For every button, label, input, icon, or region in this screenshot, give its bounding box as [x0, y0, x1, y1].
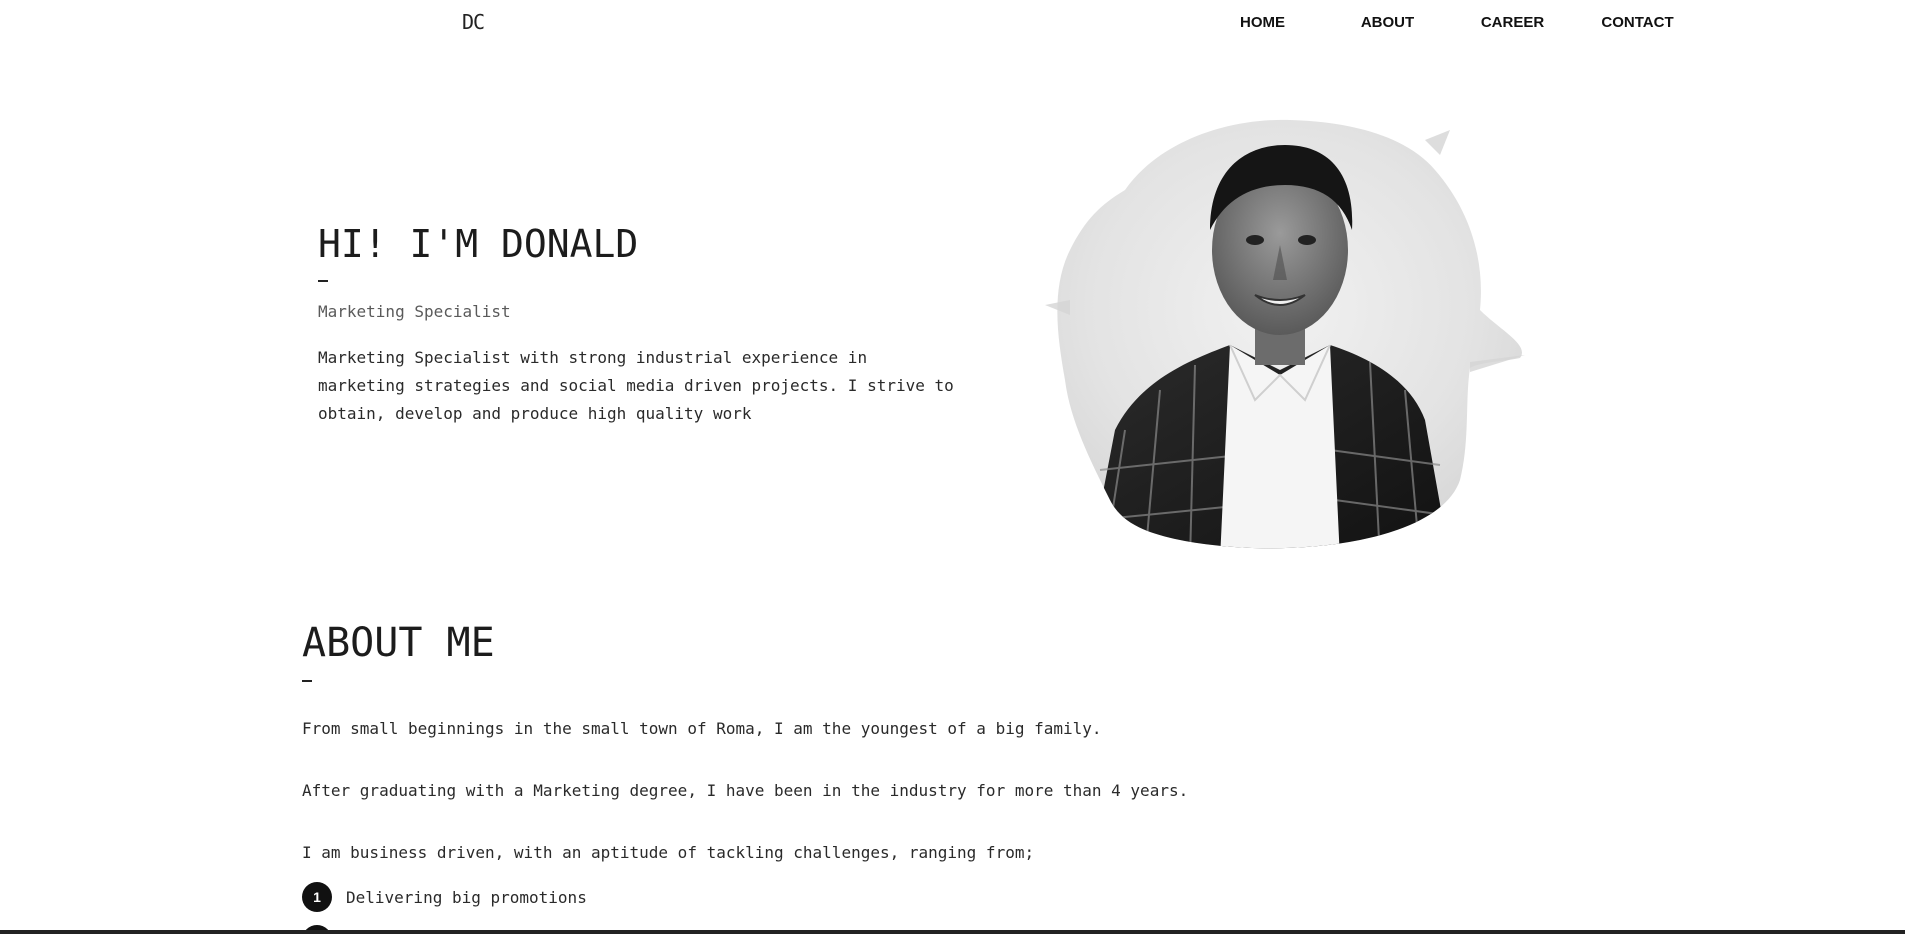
logo[interactable]: DC	[462, 10, 485, 34]
nav-link-about[interactable]: ABOUT	[1325, 14, 1450, 31]
about-title-underline	[302, 680, 312, 682]
list-item: 1 Delivering big promotions	[302, 882, 587, 912]
nav-links: HOME ABOUT CAREER CONTACT	[1200, 14, 1700, 31]
hero-title: HI! I'M DONALD	[318, 222, 639, 266]
about-paragraph-2: After graduating with a Marketing degree…	[302, 781, 1189, 800]
hero-title-underline	[318, 280, 328, 282]
top-nav: DC HOME ABOUT CAREER CONTACT	[0, 0, 1905, 46]
hero-role: Marketing Specialist	[318, 302, 511, 321]
portrait-photo	[1030, 100, 1530, 560]
list-item-text: Delivering big promotions	[346, 887, 587, 907]
list-number-badge: 1	[302, 882, 332, 912]
nav-link-career[interactable]: CAREER	[1450, 14, 1575, 31]
about-title: ABOUT ME	[302, 620, 495, 666]
nav-link-contact[interactable]: CONTACT	[1575, 14, 1700, 31]
page: DC HOME ABOUT CAREER CONTACT HI! I'M DON…	[0, 0, 1905, 934]
portrait-image	[1045, 119, 1525, 549]
about-paragraph-1: From small beginnings in the small town …	[302, 719, 1102, 738]
about-paragraph-3: I am business driven, with an aptitude o…	[302, 843, 1035, 862]
nav-link-home[interactable]: HOME	[1200, 14, 1325, 31]
hero-description: Marketing Specialist with strong industr…	[318, 348, 954, 423]
bottom-border	[0, 930, 1905, 934]
